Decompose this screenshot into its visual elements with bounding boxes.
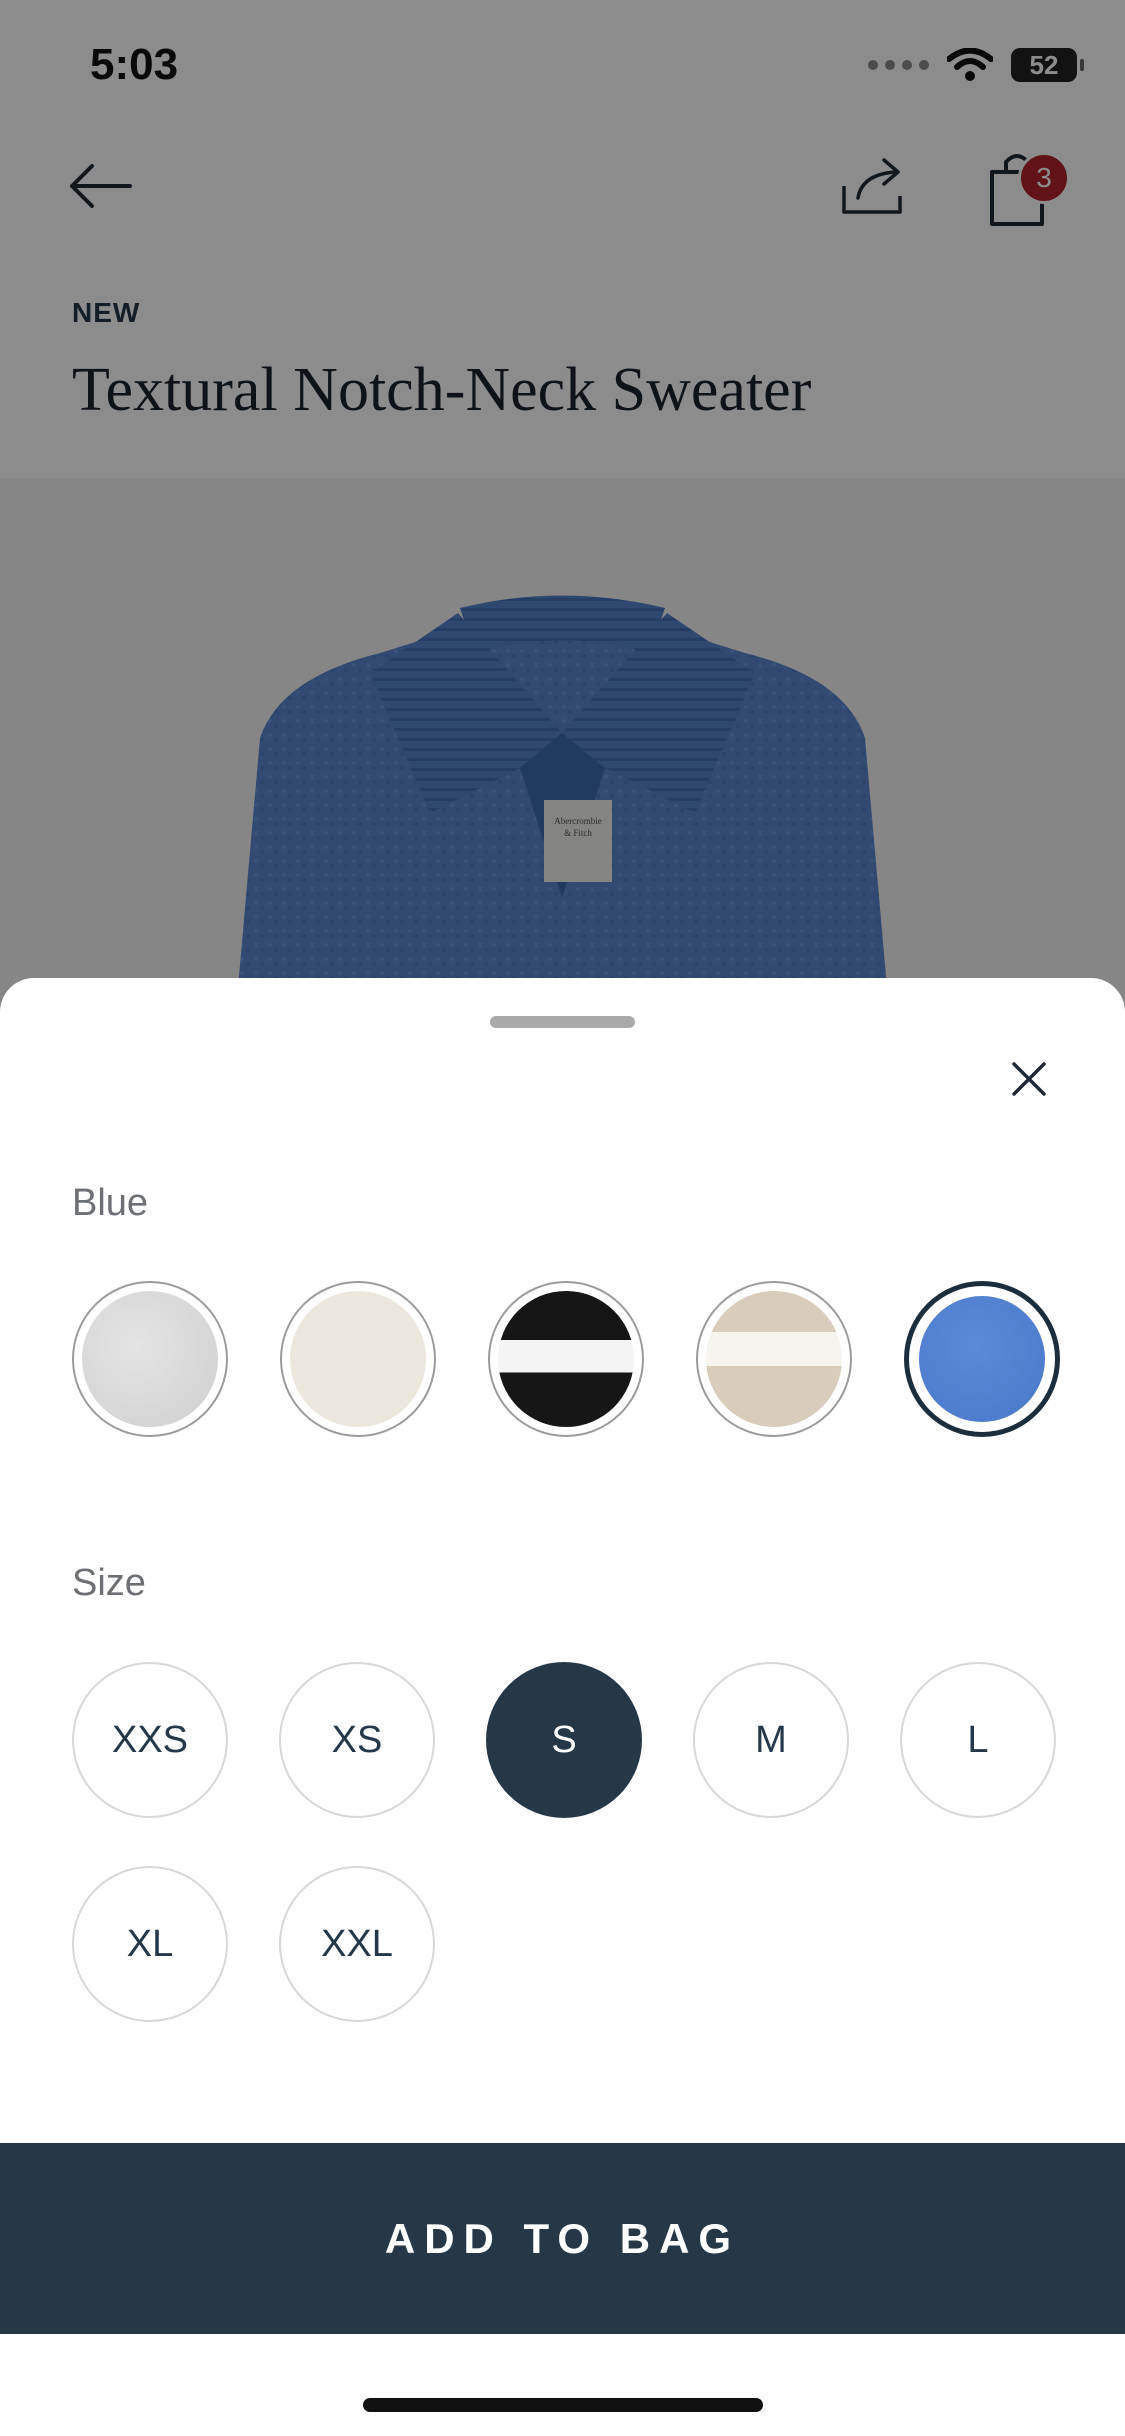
close-icon bbox=[1012, 1062, 1046, 1096]
color-swatch-blue[interactable] bbox=[904, 1281, 1060, 1437]
size-option-l[interactable]: L bbox=[900, 1662, 1056, 1818]
sheet-grabber[interactable] bbox=[490, 1016, 635, 1028]
swatch-image bbox=[498, 1291, 634, 1427]
swatch-image bbox=[82, 1291, 218, 1427]
close-button[interactable] bbox=[1000, 1050, 1058, 1108]
swatch-image bbox=[919, 1296, 1045, 1422]
swatch-image bbox=[706, 1291, 842, 1427]
size-option-xxs[interactable]: XXS bbox=[72, 1662, 228, 1818]
color-swatch-cream-stripe[interactable] bbox=[696, 1281, 852, 1437]
color-swatch-light-grey[interactable] bbox=[72, 1281, 228, 1437]
size-heading: Size bbox=[72, 1562, 146, 1604]
size-option-m[interactable]: M bbox=[693, 1662, 849, 1818]
home-indicator[interactable] bbox=[363, 2398, 763, 2412]
size-option-xl[interactable]: XL bbox=[72, 1866, 228, 2022]
size-option-xxl[interactable]: XXL bbox=[279, 1866, 435, 2022]
color-swatch-black-stripe[interactable] bbox=[488, 1281, 644, 1437]
size-option-s[interactable]: S bbox=[486, 1662, 642, 1818]
size-option-xs[interactable]: XS bbox=[279, 1662, 435, 1818]
swatch-image bbox=[290, 1291, 426, 1427]
color-swatches bbox=[72, 1281, 1060, 1437]
selected-color-name: Blue bbox=[72, 1182, 149, 1224]
color-swatch-cream[interactable] bbox=[280, 1281, 436, 1437]
size-options: XXS XS S M L XL XXL bbox=[72, 1662, 1072, 2022]
add-to-bag-button[interactable]: ADD TO BAG bbox=[0, 2143, 1125, 2334]
